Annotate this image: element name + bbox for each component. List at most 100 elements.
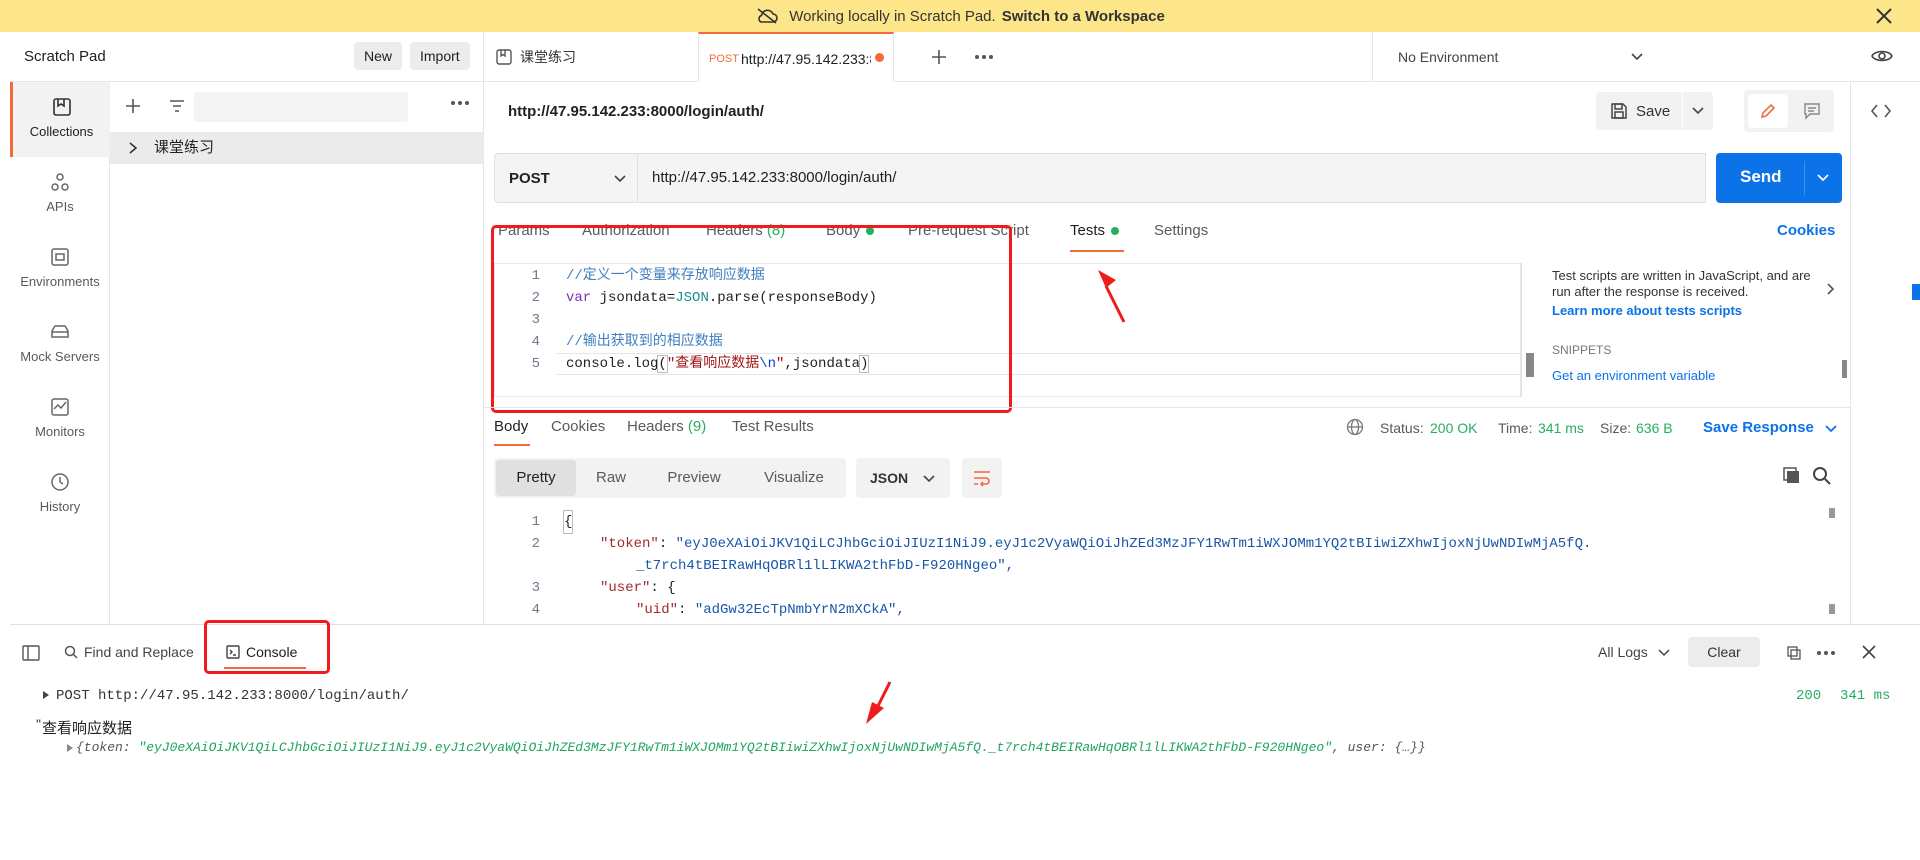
log-level-select[interactable]: All Logs: [1598, 644, 1648, 660]
time-value: 341 ms: [1538, 420, 1584, 436]
chevron-right-icon: [128, 142, 138, 154]
copy-icon[interactable]: [1782, 466, 1802, 486]
pencil-icon: [1759, 102, 1777, 120]
collection-search-input[interactable]: [194, 92, 408, 122]
annotation-box-console: [204, 620, 330, 674]
tab-request[interactable]: POST http://47.95.142.233:8: [698, 32, 894, 82]
more-options-icon[interactable]: [1816, 649, 1836, 657]
copy-icon[interactable]: [1786, 645, 1802, 661]
search-icon[interactable]: [1812, 466, 1832, 486]
new-button[interactable]: New: [354, 42, 403, 70]
expand-triangle-icon[interactable]: [66, 743, 74, 753]
chevron-down-icon[interactable]: [1824, 424, 1838, 434]
send-label: Send: [1740, 167, 1782, 186]
cookies-link[interactable]: Cookies: [1777, 222, 1835, 239]
tab-settings[interactable]: Settings: [1154, 222, 1208, 239]
console-log-object[interactable]: {token: "eyJ0eXAiOiJKV1QiLCJhbGciOiJIUzI…: [76, 740, 1426, 755]
tab-tests[interactable]: Tests: [1070, 222, 1120, 239]
view-pretty[interactable]: Pretty: [496, 460, 576, 496]
console-request-line[interactable]: POST http://47.95.142.233:8000/login/aut…: [56, 688, 409, 704]
environment-quick-look-icon[interactable]: [1870, 46, 1894, 66]
chevron-right-icon[interactable]: [1826, 282, 1836, 296]
sidebar-item-label: Collections: [29, 124, 94, 139]
learn-tests-link[interactable]: Learn more about tests scripts: [1552, 303, 1742, 318]
collection-item[interactable]: 课堂练习: [110, 132, 484, 164]
response-tab-cookies[interactable]: Cookies: [551, 418, 605, 435]
sidebar-item-monitors[interactable]: Monitors: [10, 382, 110, 457]
tab-collection[interactable]: 课堂练习: [494, 32, 694, 82]
workspace-title: Scratch Pad: [24, 48, 106, 65]
sidebar-item-label: History: [39, 499, 81, 514]
sidebar-item-collections[interactable]: Collections: [10, 82, 110, 157]
json-key: "token": [600, 536, 659, 552]
format-select[interactable]: JSON: [856, 458, 950, 498]
status-value: 200 OK: [1430, 420, 1478, 436]
scratch-pad-header: Scratch Pad New Import: [10, 32, 484, 82]
add-collection-icon[interactable]: [124, 97, 142, 115]
collections-icon: [51, 96, 73, 118]
sidebar-item-apis[interactable]: APIs: [10, 157, 110, 232]
environment-selector[interactable]: No Environment: [1372, 32, 1662, 82]
console-log-message: 查看响应数据: [42, 720, 133, 737]
sidebar-item-mock-servers[interactable]: Mock Servers: [10, 307, 110, 382]
filter-icon[interactable]: [168, 97, 186, 115]
json-string: _t7rch4tBEIRawHqOBRl1lLIKWA2thFbD-F920HN…: [636, 558, 1015, 574]
sidebar-item-label: APIs: [46, 199, 74, 214]
sidebar-item-environments[interactable]: Environments: [10, 232, 110, 307]
json-key: "user": [600, 580, 651, 596]
more-options-icon[interactable]: [450, 98, 470, 108]
unsaved-dot: [875, 53, 884, 62]
toggle-sidebar-icon[interactable]: [22, 645, 40, 661]
url-input[interactable]: http://47.95.142.233:8000/login/auth/: [638, 153, 1706, 203]
switch-workspace-link[interactable]: Switch to a Workspace: [1002, 8, 1165, 25]
clear-button[interactable]: Clear: [1688, 637, 1760, 667]
view-preview[interactable]: Preview: [654, 460, 734, 496]
save-response-button[interactable]: Save Response: [1703, 419, 1814, 436]
line-number: 4: [531, 602, 540, 618]
close-console-icon[interactable]: [1860, 643, 1878, 661]
close-banner-icon[interactable]: [1872, 4, 1896, 28]
view-visualize[interactable]: Visualize: [750, 460, 838, 496]
edit-mode-button[interactable]: [1748, 94, 1788, 128]
save-options-button[interactable]: [1683, 92, 1713, 130]
apis-icon: [49, 171, 71, 193]
method-label: POST: [509, 169, 550, 187]
scrollbar-thumb[interactable]: [1526, 353, 1534, 377]
new-tab-icon[interactable]: [930, 48, 948, 66]
import-button[interactable]: Import: [410, 42, 470, 70]
active-tab-indicator: [494, 444, 530, 446]
wrap-lines-button[interactable]: [962, 458, 1002, 498]
globe-icon[interactable]: [1346, 418, 1364, 436]
banner-text: Working locally in Scratch Pad.: [789, 7, 996, 25]
tab-label: Tests: [1070, 222, 1106, 239]
json-string: "adGw32EcTpNmbYrN2mXCkA",: [694, 602, 905, 618]
annotation-arrow: [1096, 268, 1126, 324]
view-raw[interactable]: Raw: [580, 460, 642, 496]
save-icon: [1611, 103, 1627, 119]
response-scrollbar[interactable]: [1828, 508, 1836, 614]
json-user-line: "user": {: [600, 577, 676, 599]
divider: [1850, 82, 1851, 624]
console-request-status: 200: [1796, 688, 1822, 704]
response-tab-headers[interactable]: Headers (9): [627, 418, 706, 435]
collections-panel: 课堂练习: [110, 82, 484, 624]
code-snippet-icon[interactable]: [1870, 102, 1892, 120]
response-tab-test-results[interactable]: Test Results: [732, 418, 814, 435]
sidebar-item-history[interactable]: History: [10, 457, 110, 532]
method-select[interactable]: POST: [494, 153, 638, 203]
chevron-down-icon: [1816, 173, 1830, 183]
send-button[interactable]: Send: [1716, 153, 1842, 203]
save-button[interactable]: Save: [1596, 92, 1682, 130]
find-replace-button[interactable]: Find and Replace: [84, 644, 194, 660]
object-suffix: , user: {…}}: [1332, 740, 1426, 755]
history-icon: [49, 471, 71, 493]
expand-triangle-icon[interactable]: [42, 690, 50, 700]
tab-options-icon[interactable]: [974, 52, 994, 62]
editor-scrollbar[interactable]: [1521, 263, 1539, 397]
help-scrollbar[interactable]: [1842, 360, 1847, 378]
collection-tab-icon: [496, 49, 512, 65]
tests-help-text: Test scripts are written in JavaScript, …: [1552, 268, 1811, 299]
snippet-link[interactable]: Get an environment variable: [1552, 368, 1715, 383]
comments-button[interactable]: [1794, 94, 1830, 128]
response-tab-body[interactable]: Body: [494, 418, 528, 435]
